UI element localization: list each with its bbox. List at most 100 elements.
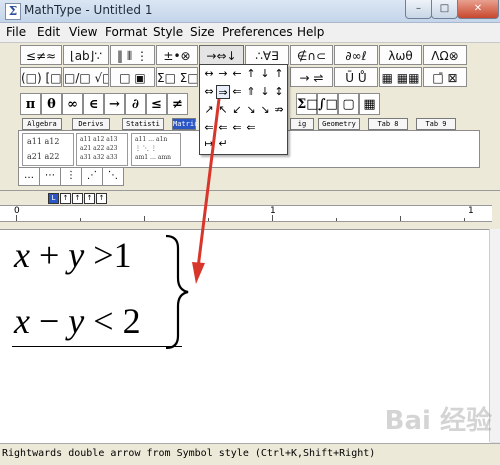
menu-bar: File Edit View Format Style Size Prefere… (0, 23, 500, 43)
left-right-arrow-icon[interactable]: ↔ (202, 67, 216, 81)
left-arrow-icon[interactable]: ← (230, 67, 244, 81)
matrix-button[interactable]: ▦ (359, 93, 380, 115)
spaces-palette[interactable]: ⌊ab⌋∵ (63, 45, 109, 65)
down-arrow-icon[interactable]: ↓ (258, 85, 272, 99)
tab-8[interactable]: Tab 8 (368, 118, 408, 130)
southeast-arrow-icon[interactable]: ↘ (258, 103, 272, 117)
partial-button[interactable]: ∂ (125, 93, 146, 115)
right-arrow-icon[interactable]: → (216, 67, 230, 81)
product-templates[interactable]: Ū Ů (334, 67, 378, 87)
sets-palette[interactable]: ∉∩⊂ (290, 45, 333, 65)
greek-lower-palette[interactable]: λωθ (379, 45, 422, 65)
template-row: a11 a12 (27, 137, 60, 146)
vertical-ellipsis-button[interactable]: ⋮ (60, 167, 82, 186)
northwest-arrow-icon[interactable]: ↖ (216, 103, 230, 117)
summation-button[interactable]: Σ□ (296, 93, 318, 115)
template-row: a21 a22 a23 (80, 145, 118, 152)
up-arrow-icon[interactable]: ↑ (244, 67, 258, 81)
operator: > (93, 235, 114, 275)
menu-style[interactable]: Style (153, 25, 183, 39)
double-right-arrow-icon[interactable]: ⇒ (216, 85, 230, 99)
box-button[interactable]: ▢ (338, 93, 359, 115)
template-row: a21 a22 (27, 152, 60, 161)
double-left-arrow-icon[interactable]: ⇐ (244, 121, 258, 135)
down-arrow-icon[interactable]: ↓ (258, 67, 272, 81)
menu-preferences[interactable]: Preferences (222, 25, 293, 39)
tab-derivs[interactable]: Derivs (72, 118, 110, 130)
menu-format[interactable]: Format (105, 25, 147, 39)
template-row: a31 a32 a33 (80, 154, 118, 161)
right-arrow-button[interactable]: → (104, 93, 125, 115)
menu-size[interactable]: Size (190, 25, 215, 39)
tab-sets[interactable]: ig (290, 118, 314, 130)
box-templates[interactable]: □̄ ⊠ (423, 67, 467, 87)
diagonal-down-ellipsis-button[interactable]: ⋱ (102, 167, 124, 186)
menu-view[interactable]: View (69, 25, 97, 39)
close-button[interactable]: ✕ (457, 0, 499, 19)
maps-to-arrow-icon[interactable]: ↦ (202, 137, 216, 151)
relations-palette[interactable]: ≤≠≈ (20, 45, 62, 65)
diagonal-up-ellipsis-button[interactable]: ⋰ (81, 167, 103, 186)
tab-matrices[interactable]: Matrices (172, 118, 207, 130)
relation-tab-button[interactable]: ↑ (84, 193, 95, 204)
ellipsis-center-button[interactable]: ⋯ (39, 167, 61, 186)
tab-algebra[interactable]: Algebra (22, 118, 62, 130)
menu-file[interactable]: File (6, 25, 26, 39)
element-of-button[interactable]: ∈ (83, 93, 104, 115)
fence-templates[interactable]: (□) [□] (20, 67, 62, 87)
tab-statistics[interactable]: Statisti (122, 118, 164, 130)
left-tab-button[interactable]: L (48, 193, 59, 204)
ruler-tick (144, 216, 145, 221)
double-left-arrow-icon[interactable]: ⇐ (202, 121, 216, 135)
variable: y (68, 301, 85, 341)
matrix-3x3-template[interactable]: a11 a12 a13 a21 a22 a23 a31 a32 a33 (76, 133, 128, 166)
pi-button[interactable]: π (20, 93, 41, 115)
minimize-button[interactable]: – (405, 0, 432, 19)
operators-palette[interactable]: ±•⊗ (156, 45, 198, 65)
subscript-templates[interactable]: □ ▣ (110, 67, 155, 87)
misc-palette[interactable]: ∂∞ℓ (334, 45, 378, 65)
up-arrow-icon[interactable]: ↑ (272, 67, 286, 81)
variable: x (14, 301, 30, 341)
integral-button[interactable]: ∫□ (317, 93, 338, 115)
matrix-mxn-template[interactable]: a11 … a1n ⋮ ⋱ ⋮ am1 … amn (131, 133, 181, 166)
arrows-palette[interactable]: →⇔↓ (199, 45, 244, 65)
right-tab-button[interactable]: ↑ (72, 193, 83, 204)
fraction-templates[interactable]: □/□ √□ (63, 67, 109, 87)
infinity-button[interactable]: ∞ (62, 93, 83, 115)
ellipsis-baseline-button[interactable]: … (18, 167, 40, 186)
not-double-right-arrow-icon[interactable]: ⇏ (272, 103, 286, 117)
maximize-button[interactable]: □ (431, 0, 458, 19)
operator: < (93, 301, 114, 341)
logic-palette[interactable]: ∴∀∃ (245, 45, 289, 65)
menu-help[interactable]: Help (297, 25, 324, 39)
matrix-2x2-template[interactable]: a11 a12 a21 a22 (22, 133, 74, 166)
ruler-tick (16, 215, 17, 221)
center-tab-button[interactable]: ↑ (60, 193, 71, 204)
decimal-tab-button[interactable]: ↑ (96, 193, 107, 204)
theta-button[interactable]: θ (41, 93, 62, 115)
double-left-arrow-icon[interactable]: ⇐ (230, 121, 244, 135)
arrow-templates[interactable]: → ⇌ (290, 67, 333, 87)
greek-upper-palette[interactable]: ΛΩ⊗ (423, 45, 467, 65)
up-down-arrow-icon[interactable]: ↕ (272, 85, 286, 99)
menu-edit[interactable]: Edit (37, 25, 60, 39)
double-left-arrow-icon[interactable]: ⇐ (216, 121, 230, 135)
matrix-templates[interactable]: ▦ ▦▦ (379, 67, 422, 87)
double-up-arrow-icon[interactable]: ⇑ (244, 85, 258, 99)
double-left-arrow-icon[interactable]: ⇐ (230, 85, 244, 99)
less-equal-button[interactable]: ≤ (146, 93, 167, 115)
sum-templates[interactable]: Σ□ Σ□ (156, 67, 198, 87)
ruler[interactable]: 0 1 1 (0, 205, 492, 222)
double-left-right-arrow-icon[interactable]: ⇔ (202, 85, 216, 99)
variable: x (14, 235, 30, 275)
southwest-arrow-icon[interactable]: ↙ (230, 103, 244, 117)
northeast-arrow-icon[interactable]: ↗ (202, 103, 216, 117)
tab-9[interactable]: Tab 9 (416, 118, 456, 130)
not-equal-button[interactable]: ≠ (167, 93, 188, 115)
embellishments-palette[interactable]: ‖ ⦀ ⋮ (110, 45, 155, 65)
tab-geometry[interactable]: Geometry (318, 118, 360, 130)
southeast-arrow-icon[interactable]: ↘ (244, 103, 258, 117)
status-text: Rightwards double arrow from Symbol styl… (2, 448, 376, 459)
return-arrow-icon[interactable]: ↵ (216, 137, 230, 151)
